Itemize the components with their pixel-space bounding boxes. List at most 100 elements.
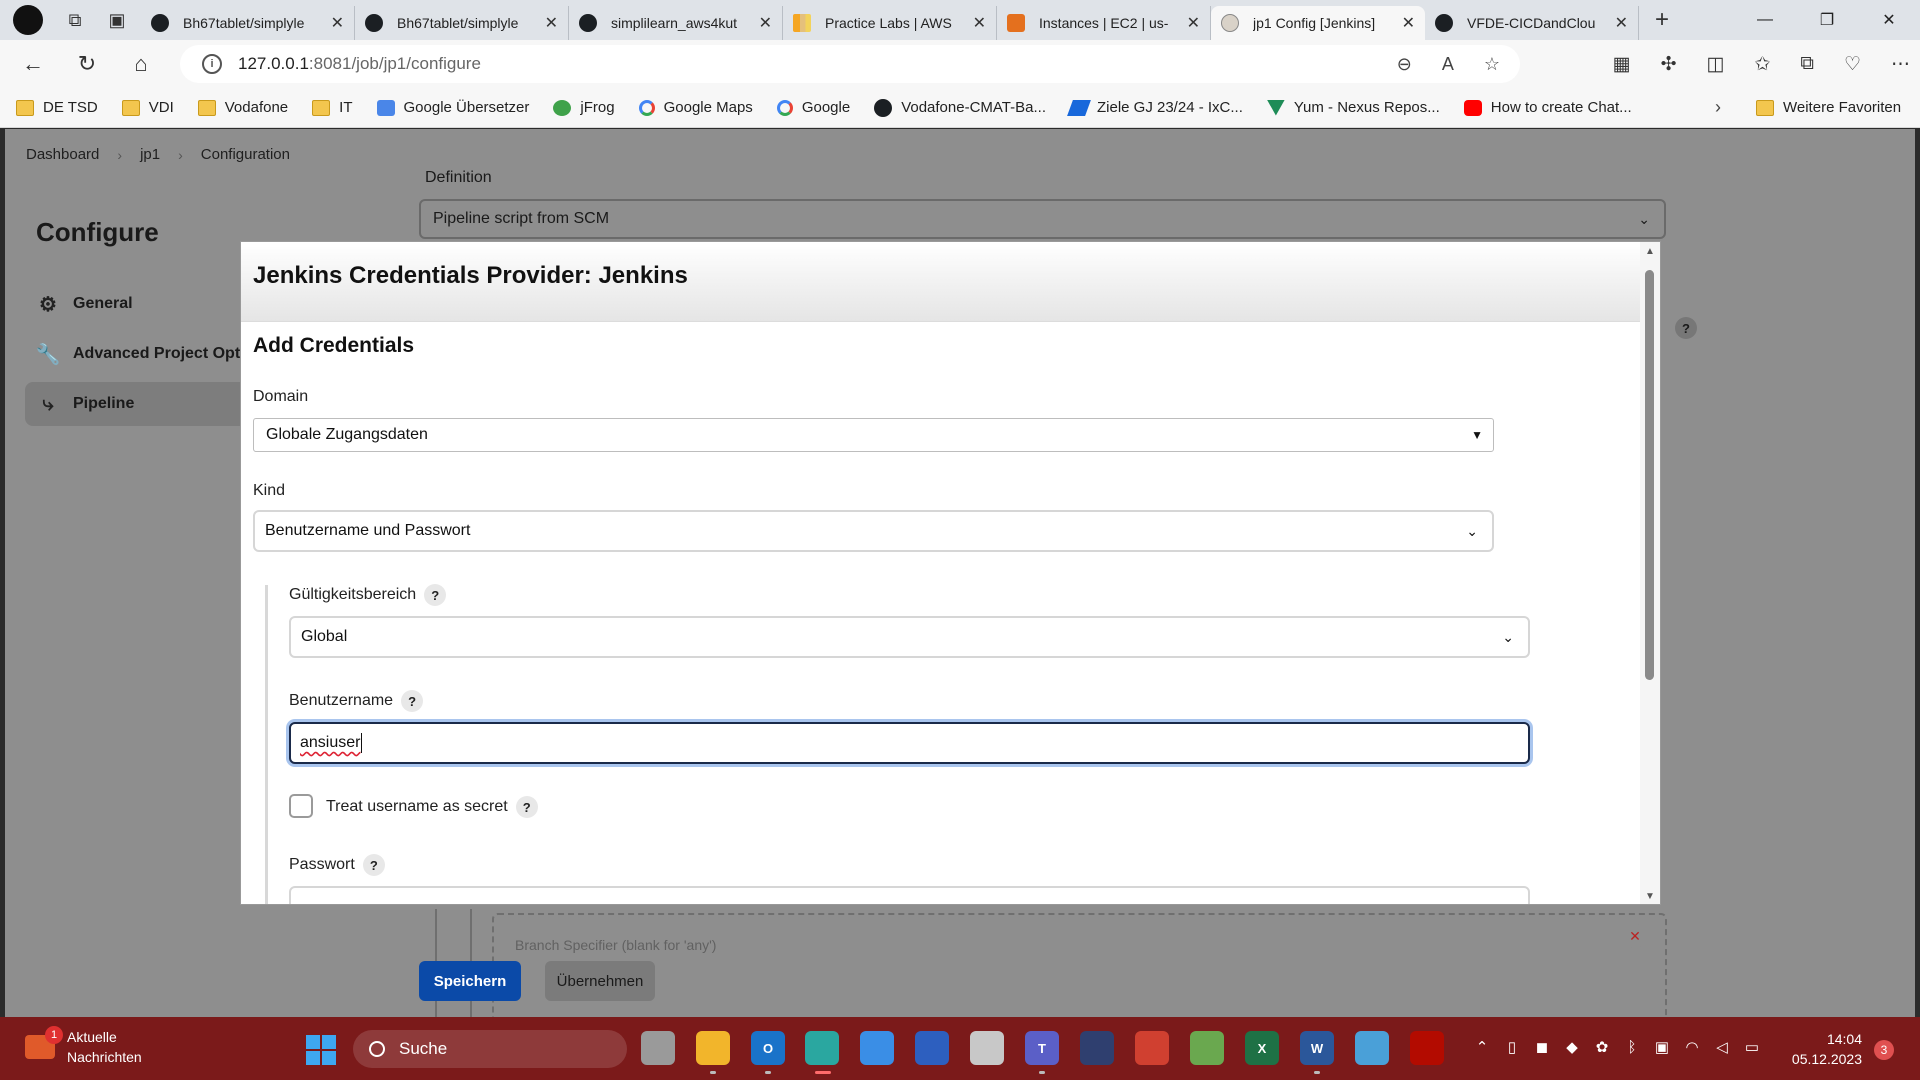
photos-icon[interactable] — [970, 1031, 1004, 1065]
close-tab-icon[interactable]: ✕ — [1187, 13, 1200, 33]
kind-select[interactable]: Benutzername und Passwort ⌄ — [253, 510, 1494, 552]
lock-icon[interactable]: ▣ — [1654, 1039, 1670, 1056]
scroll-up-arrow-icon[interactable]: ▲ — [1645, 246, 1655, 257]
favorite-item[interactable]: Yum - Nexus Repos... — [1266, 99, 1440, 116]
git-icon[interactable] — [1135, 1031, 1169, 1065]
browser-tab[interactable]: VFDE-CICDandClou ✕ — [1425, 6, 1639, 40]
favorite-item[interactable]: VDI — [121, 99, 174, 116]
putty-icon[interactable] — [1355, 1031, 1389, 1065]
bluetooth-icon[interactable]: ᛒ — [1624, 1039, 1640, 1056]
split-screen-icon[interactable]: ◫ — [1707, 53, 1725, 76]
definition-select[interactable]: Pipeline script from SCM ⌄ — [419, 199, 1666, 239]
close-tab-icon[interactable]: ✕ — [1402, 13, 1415, 33]
scope-select[interactable]: Global ⌄ — [289, 616, 1530, 658]
minimize-icon[interactable]: — — [1734, 0, 1796, 40]
extensions-icon[interactable]: ✣ — [1661, 53, 1677, 76]
remove-branch-icon[interactable]: ✕ — [1623, 924, 1647, 948]
windows-start-icon[interactable] — [306, 1035, 336, 1065]
new-tab-icon[interactable]: + — [1655, 6, 1669, 34]
taskbar-search[interactable]: Suche — [353, 1030, 627, 1068]
notepad-plus-icon[interactable] — [1190, 1031, 1224, 1065]
notification-badge[interactable]: 3 — [1874, 1040, 1894, 1060]
favorite-item[interactable]: Vodafone-CMAT-Ba... — [874, 98, 1046, 117]
treat-username-secret-checkbox[interactable] — [289, 794, 313, 818]
favorite-item[interactable]: Google Übersetzer — [376, 99, 529, 116]
browser-tab[interactable]: Bh67tablet/simplyle ✕ — [141, 6, 355, 40]
wifi-icon[interactable]: ◠ — [1684, 1039, 1700, 1056]
favorite-item[interactable]: Ziele GJ 23/24 - IxC... — [1067, 99, 1243, 116]
favorite-item[interactable]: IT — [312, 99, 353, 116]
favorite-star-icon[interactable]: ☆ — [1484, 54, 1500, 75]
scrollbar-thumb[interactable] — [1645, 270, 1654, 680]
browser-tab[interactable]: simplilearn_aws4kut ✕ — [569, 6, 783, 40]
browser-tab[interactable]: Instances | EC2 | us- ✕ — [997, 6, 1211, 40]
word-icon[interactable]: W — [1300, 1031, 1334, 1074]
sidenav-item-general[interactable]: ⚙ General — [25, 282, 265, 326]
workspaces-icon[interactable]: ⧉ — [57, 2, 93, 38]
close-tab-icon[interactable]: ✕ — [973, 13, 986, 33]
more-favorites-folder[interactable]: Weitere Favoriten — [1756, 99, 1901, 116]
favorite-item[interactable]: jFrog — [553, 99, 615, 116]
gear-tray-icon[interactable]: ✿ — [1594, 1039, 1610, 1056]
close-tab-icon[interactable]: ✕ — [759, 13, 772, 33]
remote-desktop-icon[interactable] — [915, 1031, 949, 1065]
notepad-icon[interactable] — [860, 1031, 894, 1065]
apply-button[interactable]: Übernehmen — [545, 961, 655, 1001]
save-button[interactable]: Speichern — [419, 961, 521, 1001]
news-widget[interactable]: 1 Aktuelle Nachrichten — [25, 1026, 142, 1067]
restore-icon[interactable]: ❐ — [1796, 0, 1858, 40]
close-tab-icon[interactable]: ✕ — [1615, 13, 1628, 33]
read-aloud-icon[interactable]: A — [1442, 54, 1454, 75]
sidenav-item-advanced[interactable]: 🔧 Advanced Project Opti — [25, 332, 265, 376]
outlook-icon[interactable]: O — [751, 1031, 785, 1074]
favorite-item[interactable]: How to create Chat... — [1463, 99, 1632, 116]
favorite-item[interactable]: Google — [776, 99, 850, 116]
close-window-icon[interactable]: ✕ — [1858, 0, 1920, 40]
home-icon[interactable]: ⌂ — [120, 43, 162, 85]
tab-actions-icon[interactable]: ▣ — [99, 2, 135, 38]
address-bar[interactable]: i 127.0.0.1:8081/job/jp1/configure ⊖ A ☆ — [180, 45, 1520, 83]
help-icon[interactable]: ? — [515, 796, 538, 818]
favorite-item[interactable]: DE TSD — [16, 99, 98, 116]
acrobat-icon[interactable] — [1410, 1031, 1444, 1065]
zoom-icon[interactable]: ⊖ — [1397, 54, 1412, 75]
help-icon[interactable]: ? — [401, 690, 424, 712]
browser-tab[interactable]: Practice Labs | AWS ✕ — [783, 6, 997, 40]
close-tab-icon[interactable]: ✕ — [545, 13, 558, 33]
username-input[interactable]: ansiuser — [289, 722, 1530, 764]
reload-icon[interactable]: ↻ — [66, 43, 108, 85]
browser-essentials-icon[interactable]: ♡ — [1844, 53, 1861, 76]
password-input[interactable] — [289, 886, 1530, 904]
battery-icon[interactable]: ▭ — [1744, 1039, 1760, 1056]
collections-icon[interactable]: ⧉ — [1800, 53, 1814, 75]
teams-icon[interactable]: T — [1025, 1031, 1059, 1074]
back-arrow-icon[interactable]: ← — [12, 43, 54, 85]
favorites-list-icon[interactable]: ✩ — [1754, 53, 1770, 76]
keepass-icon[interactable] — [1080, 1031, 1114, 1065]
qr-code-icon[interactable]: ▦ — [1613, 53, 1631, 76]
help-icon[interactable]: ? — [424, 584, 447, 606]
browser-tab-active[interactable]: jp1 Config [Jenkins] ✕ — [1211, 6, 1425, 40]
favorite-item[interactable]: Vodafone — [197, 99, 288, 116]
site-info-icon[interactable]: i — [202, 54, 222, 74]
edge-icon[interactable] — [805, 1031, 839, 1074]
breadcrumb-job[interactable]: jp1 — [140, 146, 160, 163]
favorite-item[interactable]: Google Maps — [638, 99, 753, 116]
volume-icon[interactable]: ◁ — [1714, 1039, 1730, 1056]
scroll-down-arrow-icon[interactable]: ▼ — [1645, 891, 1655, 902]
outlook-tray-icon[interactable]: ◼ — [1534, 1039, 1550, 1056]
file-explorer-icon[interactable] — [696, 1031, 730, 1074]
security-shield-icon[interactable]: ◆ — [1564, 1039, 1580, 1056]
help-icon[interactable]: ? — [362, 854, 385, 876]
more-menu-icon[interactable]: ⋯ — [1891, 53, 1910, 76]
excel-icon[interactable]: X — [1245, 1031, 1279, 1065]
chevron-up-icon[interactable]: ⌃ — [1474, 1039, 1490, 1056]
help-icon[interactable]: ? — [1675, 317, 1697, 339]
usb-icon[interactable]: ▯ — [1504, 1039, 1520, 1056]
domain-select[interactable]: Globale Zugangsdaten ▼ — [253, 418, 1494, 452]
dialog-scrollbar[interactable]: ▲ ▼ — [1640, 242, 1660, 904]
sidenav-item-pipeline[interactable]: ⤷ Pipeline — [25, 382, 265, 426]
chevron-right-icon[interactable]: › — [1715, 97, 1721, 118]
browser-tab[interactable]: Bh67tablet/simplyle ✕ — [355, 6, 569, 40]
task-view-icon[interactable] — [641, 1031, 675, 1065]
